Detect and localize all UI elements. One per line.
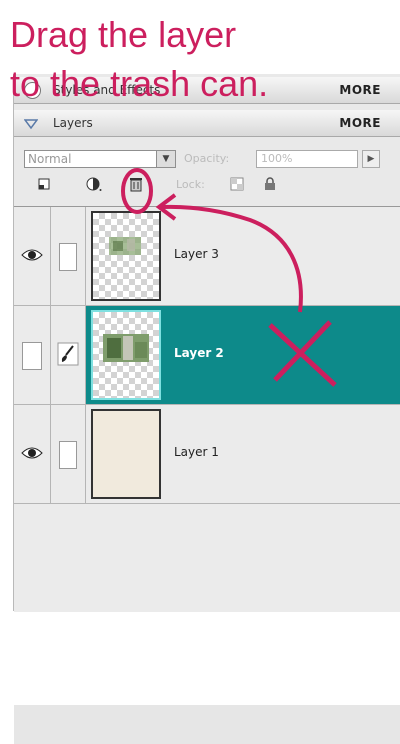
eye-icon[interactable] xyxy=(21,446,43,460)
layer-name: Layer 3 xyxy=(174,247,219,261)
link-cell[interactable] xyxy=(51,405,86,503)
link-cell[interactable] xyxy=(51,306,86,404)
lock-transparency-icon[interactable] xyxy=(229,176,245,192)
layer-3-content-image xyxy=(109,237,141,255)
hidden-visibility-box[interactable] xyxy=(22,342,42,370)
layers-palette: Styles and Effects MORE Layers MORE Norm… xyxy=(13,74,400,744)
opacity-label: Opacity: xyxy=(184,152,230,165)
layers-header[interactable]: Layers MORE xyxy=(14,110,400,137)
blend-mode-value: Normal xyxy=(28,152,72,166)
link-box[interactable] xyxy=(59,441,77,469)
opacity-field[interactable]: 100% xyxy=(256,150,358,168)
layer-name: Layer 2 xyxy=(174,346,224,360)
styles-more-button[interactable]: MORE xyxy=(339,83,381,97)
link-box[interactable] xyxy=(59,243,77,271)
visibility-cell[interactable] xyxy=(14,207,51,305)
layer-row-1[interactable]: Layer 1 xyxy=(14,405,400,504)
layer-row-2[interactable]: Layer 2 xyxy=(14,306,400,405)
blend-mode-select[interactable]: Normal ▼ xyxy=(24,150,176,168)
layer-name-area[interactable]: Layer 3 xyxy=(86,207,400,305)
link-cell[interactable] xyxy=(51,207,86,305)
lock-label: Lock: xyxy=(176,178,205,191)
annotation-text-line-2: to the trash can. xyxy=(10,63,269,104)
layer-row-3[interactable]: Layer 3 xyxy=(14,207,400,306)
opacity-arrow-icon[interactable]: ▶ xyxy=(362,150,380,168)
eye-icon[interactable] xyxy=(21,248,43,262)
trash-can-icon[interactable] xyxy=(128,176,144,192)
paintbrush-icon xyxy=(57,342,79,366)
layer-thumbnail xyxy=(91,409,161,499)
layer-name: Layer 1 xyxy=(174,445,219,459)
adjustment-layer-icon[interactable] xyxy=(86,176,102,192)
visibility-cell[interactable] xyxy=(14,306,51,404)
chevron-down-icon[interactable]: ▼ xyxy=(156,151,175,167)
layer-2-content-image xyxy=(103,334,149,362)
empty-layers-area xyxy=(14,705,400,744)
lock-all-icon[interactable] xyxy=(262,176,278,192)
layer-name-area[interactable]: Layer 2 xyxy=(86,306,400,404)
annotation-text-line-1: Drag the layer xyxy=(10,14,237,55)
layers-list: Layer 3 Layer 2 Layer 1 xyxy=(14,206,400,744)
layers-more-button[interactable]: MORE xyxy=(339,116,381,130)
opacity-value: 100% xyxy=(261,152,293,165)
layer-name-area[interactable]: Layer 1 xyxy=(86,405,400,503)
layer-thumbnail xyxy=(91,310,161,400)
layer-thumbnail xyxy=(91,211,161,301)
layers-panel-title: Layers xyxy=(53,116,93,130)
visibility-cell[interactable] xyxy=(14,405,51,503)
new-layer-icon[interactable] xyxy=(36,176,52,192)
collapse-triangle-icon[interactable] xyxy=(24,117,38,131)
